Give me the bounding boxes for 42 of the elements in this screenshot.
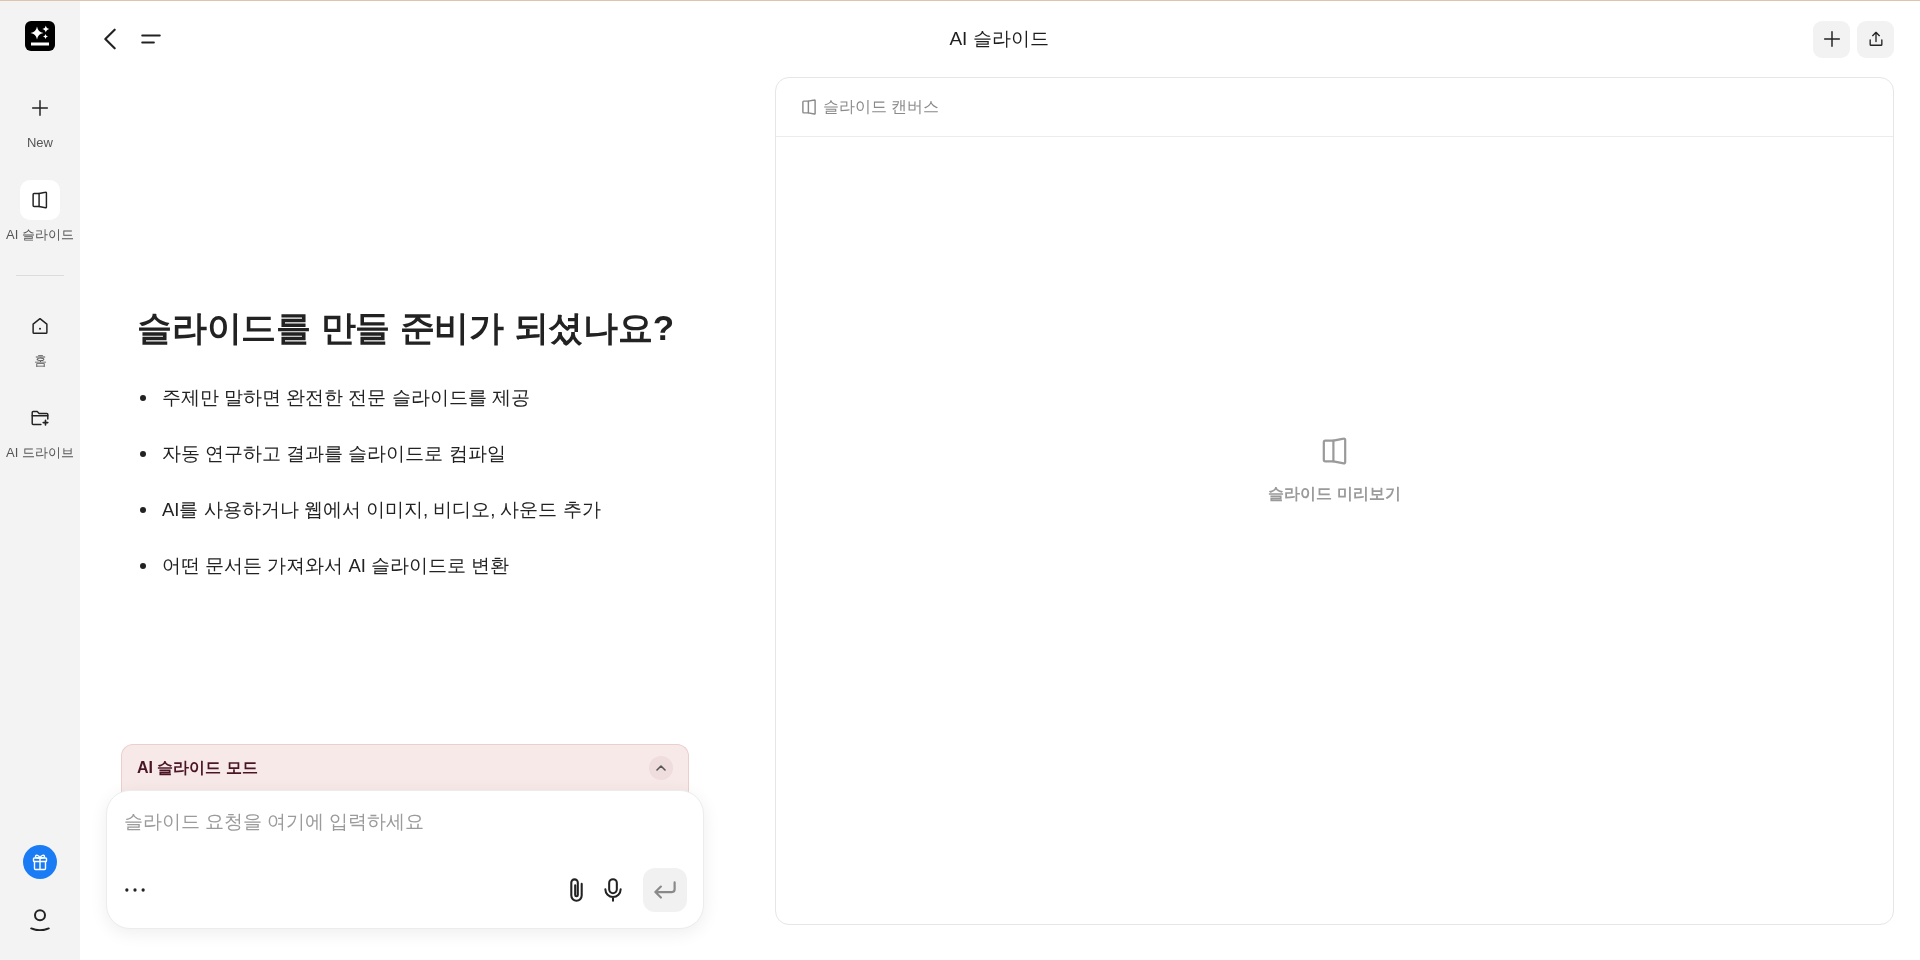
bullet-icon: [140, 563, 146, 569]
book-icon: [802, 99, 816, 115]
mic-icon: [604, 878, 622, 902]
paperclip-icon: [570, 878, 583, 902]
sidebar-item[interactable]: New: [20, 88, 60, 152]
bullet-icon: [140, 395, 146, 401]
feature-text: 주제만 말하면 완전한 전문 슬라이드를 제공: [162, 386, 530, 410]
chevron-left-icon: [104, 28, 116, 50]
attach-button[interactable]: [570, 878, 583, 902]
enter-icon: [654, 881, 676, 899]
send-button[interactable]: [643, 868, 687, 912]
user-icon[interactable]: [30, 909, 50, 931]
sidebar-item[interactable]: AI 슬라이드: [6, 180, 74, 244]
sidebar-item[interactable]: 홈: [20, 306, 60, 370]
feature-text: 자동 연구하고 결과를 슬라이드로 컴파일: [162, 442, 506, 466]
panel-title: 슬라이드 캔버스: [823, 96, 940, 117]
more-button[interactable]: [124, 888, 146, 892]
more-icon: [125, 888, 145, 892]
plus-icon: [29, 97, 51, 119]
collapse-button[interactable]: [649, 756, 673, 780]
empty-preview-text: 슬라이드 미리보기: [1268, 483, 1401, 504]
menu-button[interactable]: [141, 34, 161, 44]
prompt-input[interactable]: 슬라이드 요청을 여기에 입력하세요: [124, 807, 687, 837]
bullet-icon: [140, 507, 146, 513]
chevron-up-icon: [656, 765, 666, 771]
logo-icon: [25, 21, 55, 51]
feature-text: AI를 사용하거나 웹에서 이미지, 비디오, 사운드 추가: [162, 498, 601, 522]
bullet-icon: [140, 451, 146, 457]
menu-icon: [141, 34, 161, 44]
intro-heading: 슬라이드를 만들 준비가 되셨나요?: [137, 307, 674, 349]
mic-button[interactable]: [604, 878, 622, 902]
back-button[interactable]: [104, 28, 116, 50]
page-title: AI 슬라이드: [949, 27, 1049, 51]
sidebar-item[interactable]: AI 드라이브: [6, 398, 74, 462]
mode-title: AI 슬라이드 모드: [137, 758, 258, 778]
book-icon: [20, 180, 60, 220]
home-icon: [29, 315, 51, 337]
share-button[interactable]: [1857, 20, 1894, 58]
feature-text: 어떤 문서든 가져와서 AI 슬라이드로 변환: [162, 554, 510, 578]
book-icon: [1322, 436, 1347, 465]
new-button[interactable]: [1813, 20, 1850, 58]
gift-icon[interactable]: [23, 845, 57, 879]
